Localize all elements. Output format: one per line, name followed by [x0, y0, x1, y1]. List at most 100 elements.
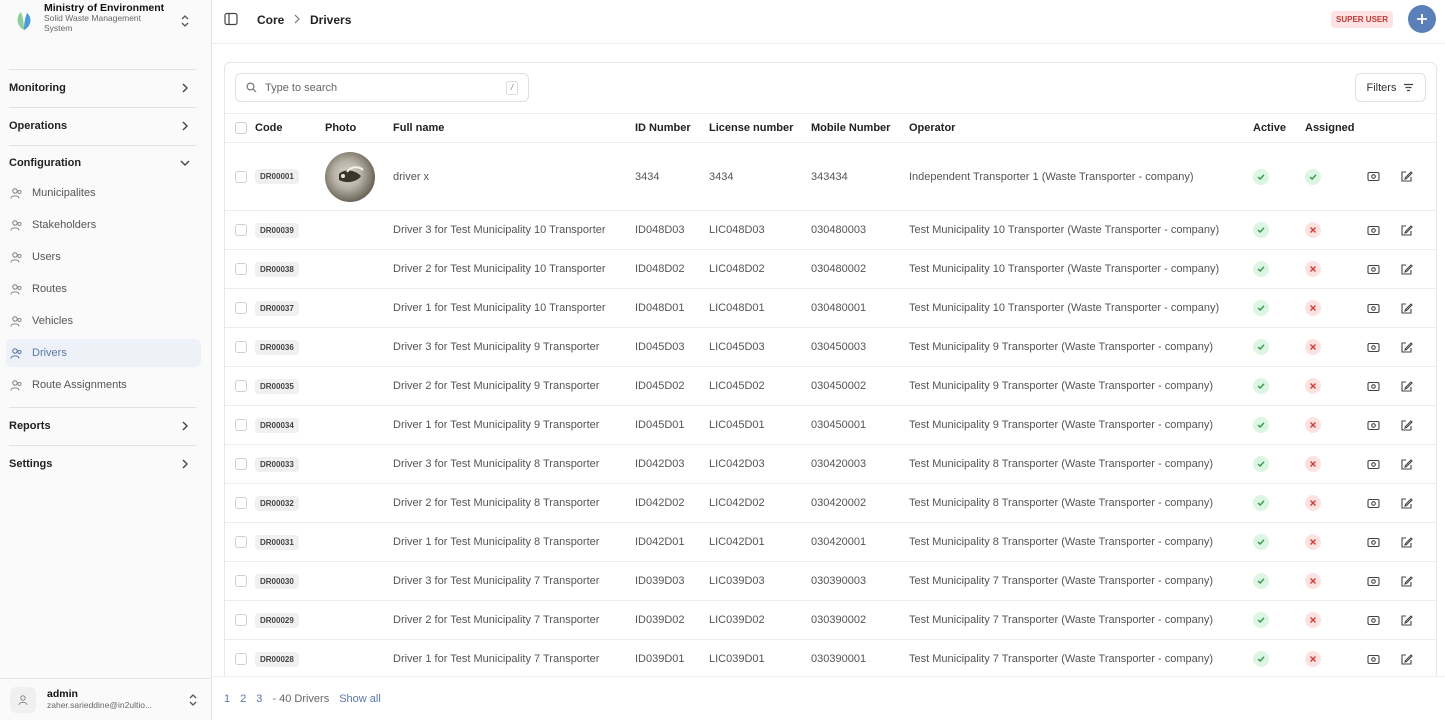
view-cell: [1367, 327, 1400, 367]
show-all-link[interactable]: Show all: [339, 693, 381, 705]
sidebar-item-users[interactable]: Users: [6, 243, 201, 271]
row-checkbox[interactable]: [235, 419, 247, 432]
edit-icon[interactable]: [1400, 536, 1413, 549]
column-header-mobile-number[interactable]: Mobile Number: [811, 113, 909, 143]
column-header-id-number[interactable]: ID Number: [635, 113, 709, 143]
column-header-operator[interactable]: Operator: [909, 113, 1253, 143]
table-row[interactable]: DR00033 Driver 3 for Test Municipality 8 …: [225, 444, 1436, 484]
driver-code-badge: DR00036: [255, 339, 299, 355]
edit-icon[interactable]: [1400, 419, 1413, 432]
active-cell: [1253, 444, 1305, 484]
breadcrumb-core[interactable]: Core: [257, 13, 284, 27]
page-link-1[interactable]: 1: [224, 693, 230, 705]
row-checkbox[interactable]: [235, 458, 247, 471]
column-header-code[interactable]: Code: [255, 113, 325, 143]
view-card-icon[interactable]: [1367, 653, 1380, 666]
edit-icon[interactable]: [1400, 458, 1413, 471]
nav-group-monitoring[interactable]: Monitoring: [0, 70, 212, 106]
add-driver-button[interactable]: [1408, 5, 1436, 33]
table-row[interactable]: DR00039 Driver 3 for Test Municipality 10…: [225, 210, 1436, 250]
org-switcher[interactable]: Ministry of Environment Solid Waste Mana…: [8, 2, 204, 40]
sidebar-item-drivers[interactable]: Drivers: [6, 339, 201, 367]
code-cell: DR00032: [255, 483, 325, 523]
assigned-cell: [1305, 249, 1367, 289]
row-checkbox[interactable]: [235, 497, 247, 510]
nav-group-configuration[interactable]: Configuration: [0, 145, 212, 181]
id-number-cell: ID042D01: [635, 522, 709, 562]
view-card-icon[interactable]: [1367, 263, 1380, 276]
table-row[interactable]: DR00037 Driver 1 for Test Municipality 10…: [225, 288, 1436, 328]
operator-cell: Test Municipality 8 Transporter (Waste T…: [909, 483, 1253, 523]
table-row[interactable]: DR00029 Driver 2 for Test Municipality 7 …: [225, 600, 1436, 640]
edit-icon[interactable]: [1400, 575, 1413, 588]
table-row[interactable]: DR00036 Driver 3 for Test Municipality 9 …: [225, 327, 1436, 367]
check-icon: [1253, 300, 1269, 316]
row-checkbox[interactable]: [235, 653, 247, 666]
edit-icon[interactable]: [1400, 302, 1413, 315]
edit-icon[interactable]: [1400, 263, 1413, 276]
view-card-icon[interactable]: [1367, 536, 1380, 549]
row-checkbox[interactable]: [235, 380, 247, 393]
chevron-right-icon: [182, 121, 188, 131]
edit-icon[interactable]: [1400, 653, 1413, 666]
nav-group-settings[interactable]: Settings: [0, 446, 212, 482]
table-row[interactable]: DR00038 Driver 2 for Test Municipality 10…: [225, 249, 1436, 289]
view-card-icon[interactable]: [1367, 614, 1380, 627]
search-box[interactable]: /: [235, 73, 529, 102]
page-link-2[interactable]: 2: [240, 693, 246, 705]
column-header-full-name[interactable]: Full name: [393, 113, 635, 143]
select-all-checkbox[interactable]: [235, 122, 247, 135]
active-cell: [1253, 288, 1305, 328]
search-input[interactable]: [265, 81, 495, 94]
nav-group-reports[interactable]: Reports: [0, 408, 212, 444]
row-checkbox[interactable]: [235, 263, 247, 276]
mobile-number-cell: 030390003: [811, 561, 909, 601]
view-card-icon[interactable]: [1367, 419, 1380, 432]
operator-cell: Test Municipality 10 Transporter (Waste …: [909, 210, 1253, 250]
edit-icon[interactable]: [1400, 380, 1413, 393]
sidebar-item-municipalites[interactable]: Municipalites: [6, 179, 201, 207]
assigned-cell: [1305, 366, 1367, 406]
full-name-cell: Driver 3 for Test Municipality 7 Transpo…: [393, 561, 635, 601]
column-header-license-number[interactable]: License number: [709, 113, 811, 143]
table-row[interactable]: DR00035 Driver 2 for Test Municipality 9 …: [225, 366, 1436, 406]
sidebar-item-stakeholders[interactable]: Stakeholders: [6, 211, 201, 239]
row-checkbox[interactable]: [235, 536, 247, 549]
sidebar-toggle-icon[interactable]: [224, 12, 238, 26]
edit-icon[interactable]: [1400, 224, 1413, 237]
row-checkbox[interactable]: [235, 575, 247, 588]
table-row[interactable]: DR00034 Driver 1 for Test Municipality 9 …: [225, 405, 1436, 445]
sidebar-item-vehicles[interactable]: Vehicles: [6, 307, 201, 335]
view-card-icon[interactable]: [1367, 341, 1380, 354]
view-card-icon[interactable]: [1367, 497, 1380, 510]
row-checkbox[interactable]: [235, 614, 247, 627]
user-menu[interactable]: admin zaher.sarieddine@in2ultio...: [0, 678, 212, 720]
sidebar-item-routes[interactable]: Routes: [6, 275, 201, 303]
view-card-icon[interactable]: [1367, 170, 1380, 183]
column-header-active[interactable]: Active: [1253, 113, 1305, 143]
view-card-icon[interactable]: [1367, 458, 1380, 471]
view-card-icon[interactable]: [1367, 575, 1380, 588]
edit-icon[interactable]: [1400, 341, 1413, 354]
edit-icon[interactable]: [1400, 614, 1413, 627]
table-row[interactable]: DR00032 Driver 2 for Test Municipality 8 …: [225, 483, 1436, 523]
column-header-assigned[interactable]: Assigned: [1305, 113, 1367, 143]
table-row[interactable]: DR00031 Driver 1 for Test Municipality 8 …: [225, 522, 1436, 562]
table-row[interactable]: DR00001 driver x 3434 3434 343434 Independent…: [225, 142, 1436, 211]
view-card-icon[interactable]: [1367, 302, 1380, 315]
filters-button[interactable]: Filters: [1355, 73, 1426, 102]
sidebar-item-label: Drivers: [32, 347, 67, 359]
nav-group-operations[interactable]: Operations: [0, 108, 212, 144]
page-link-3[interactable]: 3: [256, 693, 262, 705]
table-row[interactable]: DR00030 Driver 3 for Test Municipality 7 …: [225, 561, 1436, 601]
row-checkbox[interactable]: [235, 302, 247, 315]
row-checkbox[interactable]: [235, 224, 247, 237]
view-card-icon[interactable]: [1367, 380, 1380, 393]
sidebar-item-route-assignments[interactable]: Route Assignments: [6, 371, 201, 399]
row-checkbox[interactable]: [235, 341, 247, 354]
edit-icon[interactable]: [1400, 497, 1413, 510]
view-card-icon[interactable]: [1367, 224, 1380, 237]
edit-icon[interactable]: [1400, 170, 1413, 183]
row-checkbox[interactable]: [235, 170, 247, 183]
app: Ministry of Environment Solid Waste Mana…: [0, 0, 1445, 720]
